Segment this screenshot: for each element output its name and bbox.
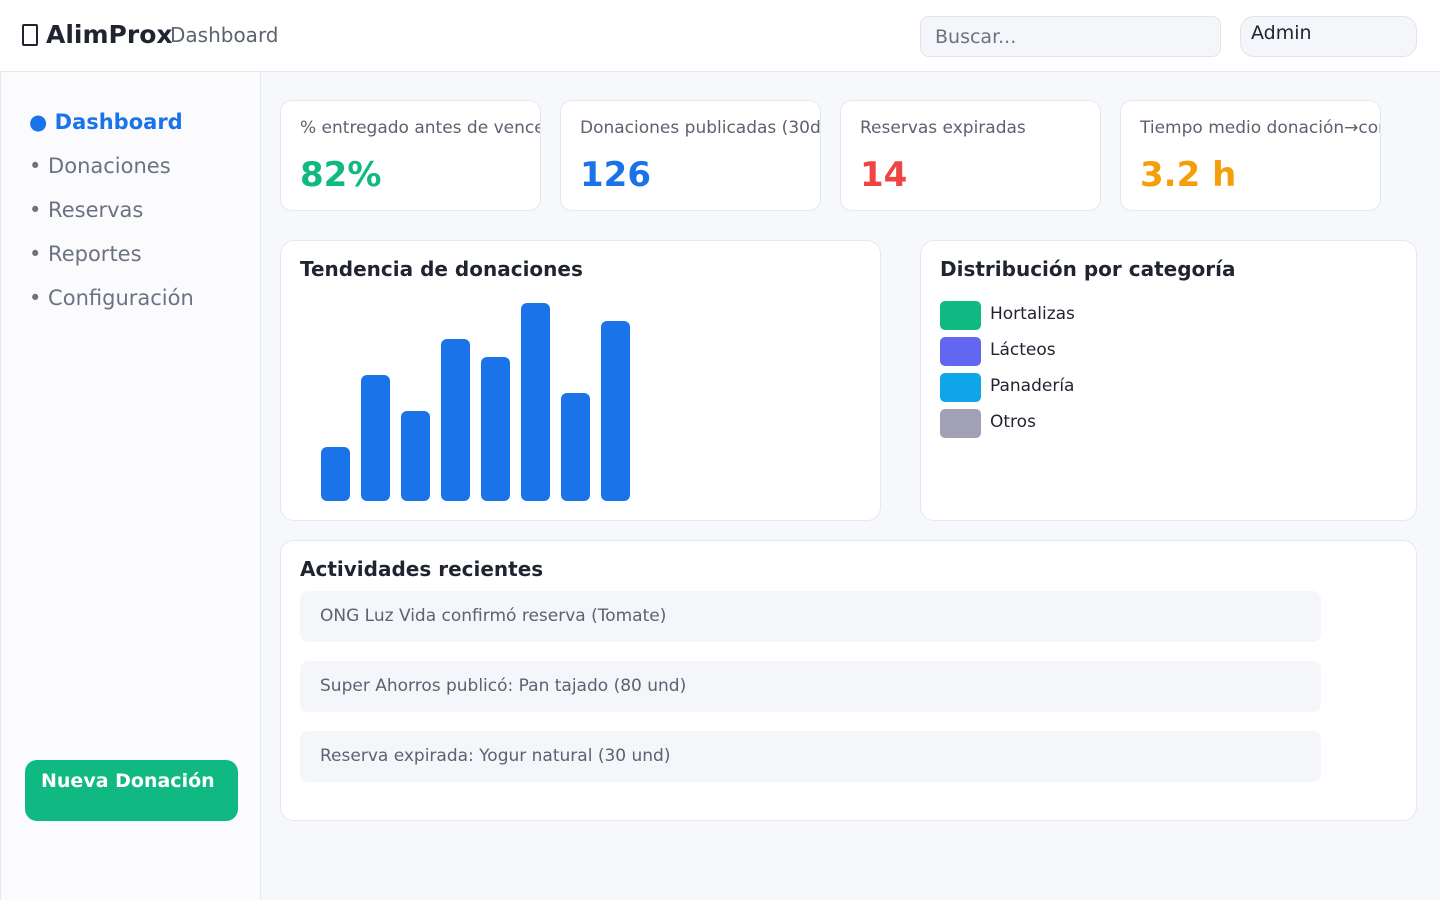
legend-label: Panadería [990, 376, 1075, 396]
trend-bar-8 [601, 321, 630, 501]
sidebar-item-dashboard[interactable]: ● Dashboard [29, 110, 183, 134]
kpi-label: Donaciones publicadas (30d) [580, 118, 821, 138]
activity-text: Super Ahorros publicó: Pan tajado (80 un… [320, 676, 687, 696]
trend-bar-7 [561, 393, 590, 501]
kpi-card-avg-time: Tiempo medio donación→confirmación 3.2 h [1120, 100, 1381, 211]
legend-swatch [940, 337, 981, 366]
kpi-value: 14 [860, 155, 908, 195]
legend-swatch [940, 301, 981, 330]
kpi-value: 3.2 h [1140, 155, 1237, 195]
kpi-card-expired: Reservas expiradas 14 [840, 100, 1101, 211]
sidebar-item-configuracion[interactable]: • Configuración [29, 286, 194, 310]
trend-bar-2 [361, 375, 390, 501]
activity-text: ONG Luz Vida confirmó reserva (Tomate) [320, 606, 667, 626]
page-title: Dashboard [170, 23, 279, 47]
legend-swatch [940, 409, 981, 438]
user-menu[interactable]: Admin [1240, 16, 1417, 57]
recent-activity-card: Actividades recientes ONG Luz Vida confi… [280, 540, 1417, 821]
kpi-label: % entregado antes de vencer [300, 118, 541, 138]
trend-bar-6 [521, 303, 550, 501]
brand-logo[interactable]: AlimProx [22, 20, 173, 49]
trend-bar-5 [481, 357, 510, 501]
kpi-value: 82% [300, 155, 382, 195]
legend-label: Otros [990, 412, 1036, 432]
category-distribution-card: Distribución por categoría Hortalizas Lá… [920, 240, 1417, 521]
kpi-label: Tiempo medio donación→confirmación [1140, 118, 1380, 138]
legend-label: Hortalizas [990, 304, 1075, 324]
sidebar-item-donaciones[interactable]: • Donaciones [29, 154, 171, 178]
trend-bar-4 [441, 339, 470, 501]
kpi-label: Reservas expiradas [860, 118, 1026, 138]
trend-chart-card: Tendencia de donaciones [280, 240, 881, 521]
sidebar: ● Dashboard • Donaciones • Reservas • Re… [0, 72, 261, 900]
search-input[interactable] [920, 16, 1221, 57]
trend-bar-chart [321, 303, 630, 501]
activity-item[interactable]: Super Ahorros publicó: Pan tajado (80 un… [300, 661, 1321, 712]
box-icon [22, 24, 38, 46]
activity-item[interactable]: ONG Luz Vida confirmó reserva (Tomate) [300, 591, 1321, 642]
activity-text: Reserva expirada: Yogur natural (30 und) [320, 746, 671, 766]
trend-bar-3 [401, 411, 430, 501]
activity-title: Actividades recientes [300, 557, 544, 581]
distribution-title: Distribución por categoría [940, 257, 1236, 281]
top-bar: AlimProx Dashboard Admin [0, 0, 1440, 72]
sidebar-item-reservas[interactable]: • Reservas [29, 198, 143, 222]
kpi-card-published: Donaciones publicadas (30d) 126 [560, 100, 821, 211]
kpi-value: 126 [580, 155, 651, 195]
new-donation-button[interactable]: Nueva Donación [25, 760, 238, 821]
activity-item[interactable]: Reserva expirada: Yogur natural (30 und) [300, 731, 1321, 782]
legend-swatch [940, 373, 981, 402]
legend-label: Lácteos [990, 340, 1056, 360]
brand-name: AlimProx [46, 20, 173, 49]
kpi-card-delivered: % entregado antes de vencer 82% [280, 100, 541, 211]
sidebar-item-reportes[interactable]: • Reportes [29, 242, 142, 266]
trend-bar-1 [321, 447, 350, 501]
